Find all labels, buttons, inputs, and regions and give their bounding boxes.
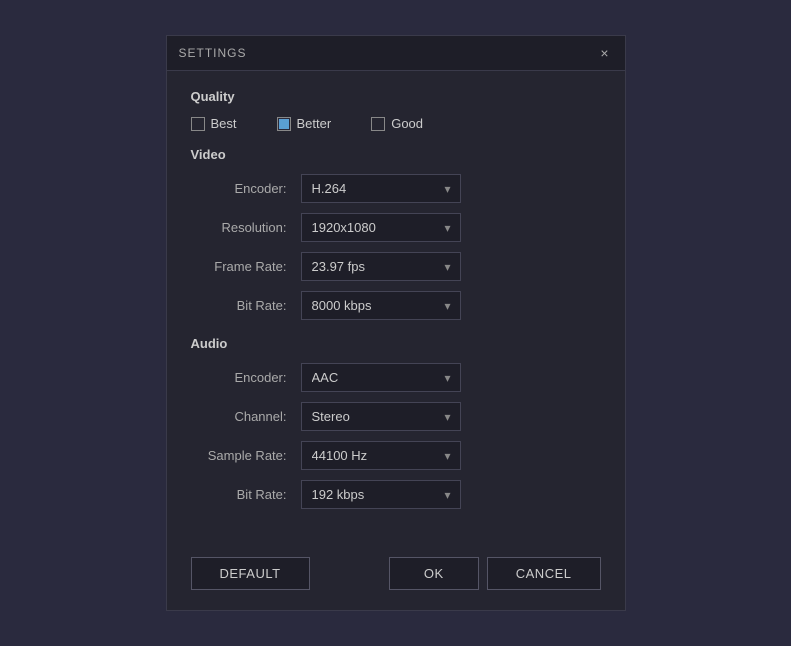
audio-bitrate-select[interactable]: 192 kbps 128 kbps 96 kbps 64 kbps: [301, 480, 461, 509]
quality-best-checkbox[interactable]: [191, 117, 205, 131]
cancel-button[interactable]: CANCEL: [487, 557, 601, 590]
audio-encoder-row: Encoder: AAC MP3 PCM: [191, 363, 601, 392]
audio-encoder-label: Encoder:: [191, 370, 301, 385]
quality-good-checkbox[interactable]: [371, 117, 385, 131]
quality-title: Quality: [191, 89, 601, 104]
video-resolution-row: Resolution: 1920x1080 1280x720 854x480: [191, 213, 601, 242]
audio-encoder-wrapper: AAC MP3 PCM: [301, 363, 461, 392]
quality-good[interactable]: Good: [371, 116, 423, 131]
video-framerate-select[interactable]: 23.97 fps 24 fps 25 fps 30 fps 60 fps: [301, 252, 461, 281]
video-encoder-label: Encoder:: [191, 181, 301, 196]
audio-bitrate-row: Bit Rate: 192 kbps 128 kbps 96 kbps 64 k…: [191, 480, 601, 509]
quality-best-label: Best: [211, 116, 237, 131]
video-title: Video: [191, 147, 601, 162]
video-framerate-label: Frame Rate:: [191, 259, 301, 274]
dialog-title: SETTINGS: [179, 46, 247, 60]
default-button[interactable]: DEFAULT: [191, 557, 310, 590]
video-bitrate-row: Bit Rate: 8000 kbps 6000 kbps 4000 kbps …: [191, 291, 601, 320]
video-resolution-select[interactable]: 1920x1080 1280x720 854x480: [301, 213, 461, 242]
video-bitrate-wrapper: 8000 kbps 6000 kbps 4000 kbps 2000 kbps: [301, 291, 461, 320]
dialog-footer: DEFAULT OK CANCEL: [167, 545, 625, 610]
audio-channel-label: Channel:: [191, 409, 301, 424]
video-encoder-wrapper: H.264 H.265 VP9: [301, 174, 461, 203]
dialog-content: Quality Best Better Good: [167, 71, 625, 545]
video-framerate-row: Frame Rate: 23.97 fps 24 fps 25 fps 30 f…: [191, 252, 601, 281]
quality-better[interactable]: Better: [277, 116, 332, 131]
audio-samplerate-label: Sample Rate:: [191, 448, 301, 463]
video-section: Video Encoder: H.264 H.265 VP9 Resolutio…: [191, 147, 601, 320]
audio-channel-wrapper: Stereo Mono: [301, 402, 461, 431]
video-framerate-wrapper: 23.97 fps 24 fps 25 fps 30 fps 60 fps: [301, 252, 461, 281]
audio-title: Audio: [191, 336, 601, 351]
footer-right-buttons: OK CANCEL: [389, 557, 601, 590]
quality-best[interactable]: Best: [191, 116, 237, 131]
audio-bitrate-wrapper: 192 kbps 128 kbps 96 kbps 64 kbps: [301, 480, 461, 509]
audio-encoder-select[interactable]: AAC MP3 PCM: [301, 363, 461, 392]
video-resolution-wrapper: 1920x1080 1280x720 854x480: [301, 213, 461, 242]
video-bitrate-select[interactable]: 8000 kbps 6000 kbps 4000 kbps 2000 kbps: [301, 291, 461, 320]
quality-section: Quality Best Better Good: [191, 89, 601, 131]
audio-section: Audio Encoder: AAC MP3 PCM Channel:: [191, 336, 601, 509]
close-button[interactable]: ×: [596, 44, 612, 62]
settings-dialog: SETTINGS × Quality Best Better: [166, 35, 626, 611]
titlebar: SETTINGS ×: [167, 36, 625, 71]
video-encoder-select[interactable]: H.264 H.265 VP9: [301, 174, 461, 203]
ok-button[interactable]: OK: [389, 557, 479, 590]
video-resolution-label: Resolution:: [191, 220, 301, 235]
audio-samplerate-wrapper: 44100 Hz 48000 Hz 22050 Hz: [301, 441, 461, 470]
audio-channel-row: Channel: Stereo Mono: [191, 402, 601, 431]
quality-better-label: Better: [297, 116, 332, 131]
audio-channel-select[interactable]: Stereo Mono: [301, 402, 461, 431]
audio-samplerate-select[interactable]: 44100 Hz 48000 Hz 22050 Hz: [301, 441, 461, 470]
quality-good-label: Good: [391, 116, 423, 131]
quality-better-checkbox[interactable]: [277, 117, 291, 131]
video-encoder-row: Encoder: H.264 H.265 VP9: [191, 174, 601, 203]
video-bitrate-label: Bit Rate:: [191, 298, 301, 313]
audio-bitrate-label: Bit Rate:: [191, 487, 301, 502]
overlay: SETTINGS × Quality Best Better: [0, 0, 791, 646]
quality-options: Best Better Good: [191, 116, 601, 131]
audio-samplerate-row: Sample Rate: 44100 Hz 48000 Hz 22050 Hz: [191, 441, 601, 470]
